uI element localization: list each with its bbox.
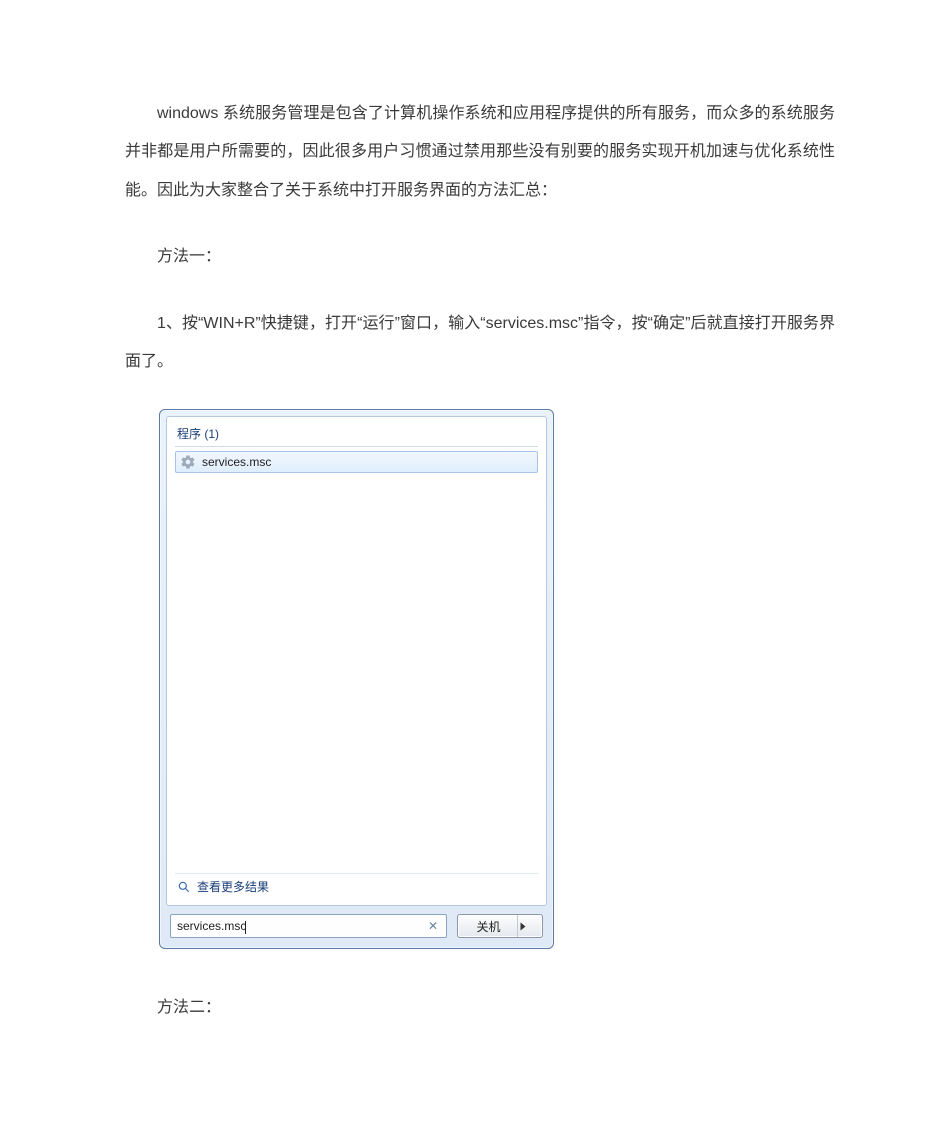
results-pane: 程序 (1) services.msc 查看更多结果 — [166, 416, 547, 906]
services-snapin-icon — [180, 454, 196, 470]
results-empty-area — [175, 473, 538, 873]
shutdown-options-split[interactable] — [517, 915, 528, 937]
start-menu-footer: services.msc ✕ 关机 — [166, 906, 547, 942]
see-more-results[interactable]: 查看更多结果 — [175, 873, 538, 897]
start-search-input[interactable]: services.msc ✕ — [170, 914, 447, 938]
search-result-item[interactable]: services.msc — [175, 451, 538, 473]
clear-search-icon[interactable]: ✕ — [426, 919, 440, 933]
programs-header: 程序 (1) — [175, 423, 538, 447]
see-more-results-label: 查看更多结果 — [197, 878, 269, 895]
win7-start-panel: 程序 (1) services.msc 查看更多结果 servi — [159, 409, 554, 949]
method1-step1: 1、按“WIN+R”快捷键，打开“运行”窗口，输入“services.msc”指… — [125, 305, 835, 382]
article-body: windows 系统服务管理是包含了计算机操作系统和应用程序提供的所有服务，而众… — [125, 95, 835, 1028]
search-result-label: services.msc — [202, 455, 271, 469]
search-input-value: services.msc — [177, 919, 426, 933]
intro-paragraph: windows 系统服务管理是包含了计算机操作系统和应用程序提供的所有服务，而众… — [125, 95, 835, 210]
shutdown-label: 关机 — [476, 918, 500, 935]
shutdown-button[interactable]: 关机 — [457, 914, 543, 938]
start-menu-screenshot: 程序 (1) services.msc 查看更多结果 servi — [159, 409, 835, 949]
chevron-right-icon — [520, 922, 525, 930]
search-icon — [177, 880, 191, 894]
method2-heading: 方法二： — [125, 989, 835, 1027]
method1-heading: 方法一： — [125, 238, 835, 276]
